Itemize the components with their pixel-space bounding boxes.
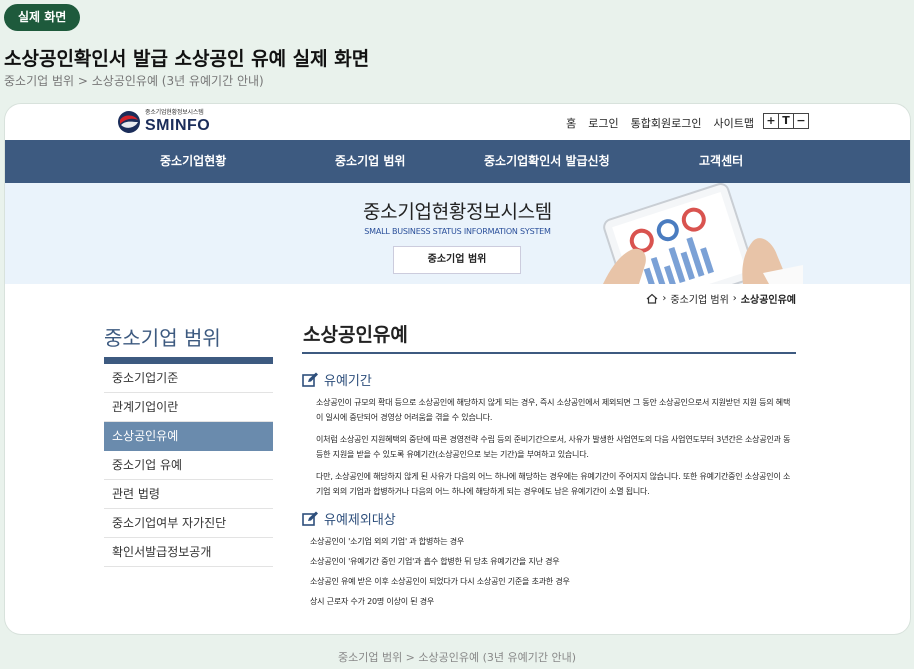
section-exclusion-heading: 유예제외대상 [302,509,796,528]
logo-caption: 중소기업현황정보시스템 [145,109,204,116]
list-item: 소상공인이 '소기업 외의 기업' 과 합병하는 경우 [310,537,465,546]
sidebar-item-small-business-grace[interactable]: 소상공인유예 [104,422,273,451]
site-logo[interactable]: 중소기업현황정보시스템 SMINFO [117,108,210,136]
font-decrease-button[interactable]: − [793,113,809,129]
exclusion-list: 소상공인이 '소기업 외의 기업' 과 합병하는 경우 소상공인이 '유예기간 … [310,532,796,612]
list-item: 상시 근로자 수가 20명 이상이 된 경우 [310,597,435,606]
crumb-item-current: 소상공인유예 [740,295,796,306]
home-icon[interactable] [646,293,658,304]
gnb-item-support[interactable]: 고객센터 [699,140,743,183]
edit-icon [302,372,318,387]
util-integrated-login-link[interactable]: 통합회원로그인 [631,115,702,131]
grace-paragraph: 다만, 소상공인에 해당하지 않게 된 사유가 다음의 어느 하나에 해당하는 … [316,472,791,496]
crumb-separator: › [662,293,667,304]
sidebar-title: 중소기업 범위 [104,326,221,350]
crumb-separator: › [732,293,737,304]
section-grace-period-title: 유예기간 [324,374,372,389]
util-home-link[interactable]: 홈 [566,115,576,131]
font-reset-button[interactable]: T [778,113,794,129]
section-exclusion-title: 유예제외대상 [324,513,396,528]
font-size-controls: + T − [763,113,809,129]
sidebar-item-certificate-disclosure[interactable]: 확인서발급정보공개 [104,538,273,567]
sidebar-menu: 중소기업기준 관계기업이란 소상공인유예 중소기업 유예 관련 법령 중소기업여… [104,364,273,567]
main-content: 소상공인유예 유예기간 소상공인이 규모의 확대 등으로 소상공인에 해당하지 … [302,320,796,612]
sidebar-item-sme-criteria[interactable]: 중소기업기준 [104,364,273,393]
gnb-item-scope[interactable]: 중소기업 범위 [335,140,405,183]
list-item: 소상공인이 '유예기간 중인 기업'과 흡수 합병한 뒤 당초 유예기간을 지난… [310,557,560,566]
utility-nav: 홈 로그인 통합회원로그인 사이트맵 [566,115,754,131]
grace-paragraph: 소상공인이 규모의 확대 등으로 소상공인에 해당하지 않게 되는 경우, 즉시… [316,398,791,422]
sidebar-item-related-company[interactable]: 관계기업이란 [104,393,273,422]
bottom-caption: 중소기업 범위 > 소상공인유예 (3년 유예기간 안내) [337,651,577,664]
edit-icon [302,511,318,526]
util-login-link[interactable]: 로그인 [588,115,618,131]
section-grace-period-heading: 유예기간 [302,370,796,389]
list-item: 소상공인 유예 받은 이후 소상공인이 되었다가 다시 소상공인 기준을 초과한… [310,577,570,586]
crumb-item-scope[interactable]: 중소기업 범위 [670,291,728,306]
gnb-item-certificate[interactable]: 중소기업확인서 발급신청 [484,140,610,183]
site-header: 중소기업현황정보시스템 SMINFO 홈 로그인 통합회원로그인 사이트맵 + … [5,104,910,140]
hero-scope-button[interactable]: 중소기업 범위 [393,246,521,274]
util-sitemap-link[interactable]: 사이트맵 [714,115,754,131]
tablet-illustration-icon [603,183,803,284]
sidebar-title-bar [104,357,273,364]
font-increase-button[interactable]: + [763,113,779,129]
sidebar-item-self-diagnosis[interactable]: 중소기업여부 자가진단 [104,509,273,538]
sidebar-item-related-laws[interactable]: 관련 법령 [104,480,273,509]
screenshot-frame: 중소기업현황정보시스템 SMINFO 홈 로그인 통합회원로그인 사이트맵 + … [5,104,910,634]
logo-mark-icon [117,110,141,134]
grace-paragraph: 이처럼 소상공인 지원혜택의 중단에 따른 경영전략 수립 등의 준비기간으로서… [316,435,791,459]
logo-wordmark: SMINFO [145,117,211,134]
location-breadcrumb: › 중소기업 범위 › 소상공인유예 [646,291,796,306]
content-title: 소상공인유예 [302,320,796,354]
hero-banner: 중소기업현황정보시스템 SMALL BUSINESS STATUS INFORM… [5,183,910,284]
page-breadcrumb: 중소기업 범위 > 소상공인유예 (3년 유예기간 안내) [4,74,264,88]
gnb-item-status[interactable]: 중소기업현황 [160,140,226,183]
sidebar-item-sme-grace[interactable]: 중소기업 유예 [104,451,273,480]
page-title: 소상공인확인서 발급 소상공인 유예 실제 화면 [4,48,370,70]
screen-badge: 실제 화면 [4,4,81,31]
main-nav: 중소기업현황 중소기업 범위 중소기업확인서 발급신청 고객센터 [5,140,910,183]
